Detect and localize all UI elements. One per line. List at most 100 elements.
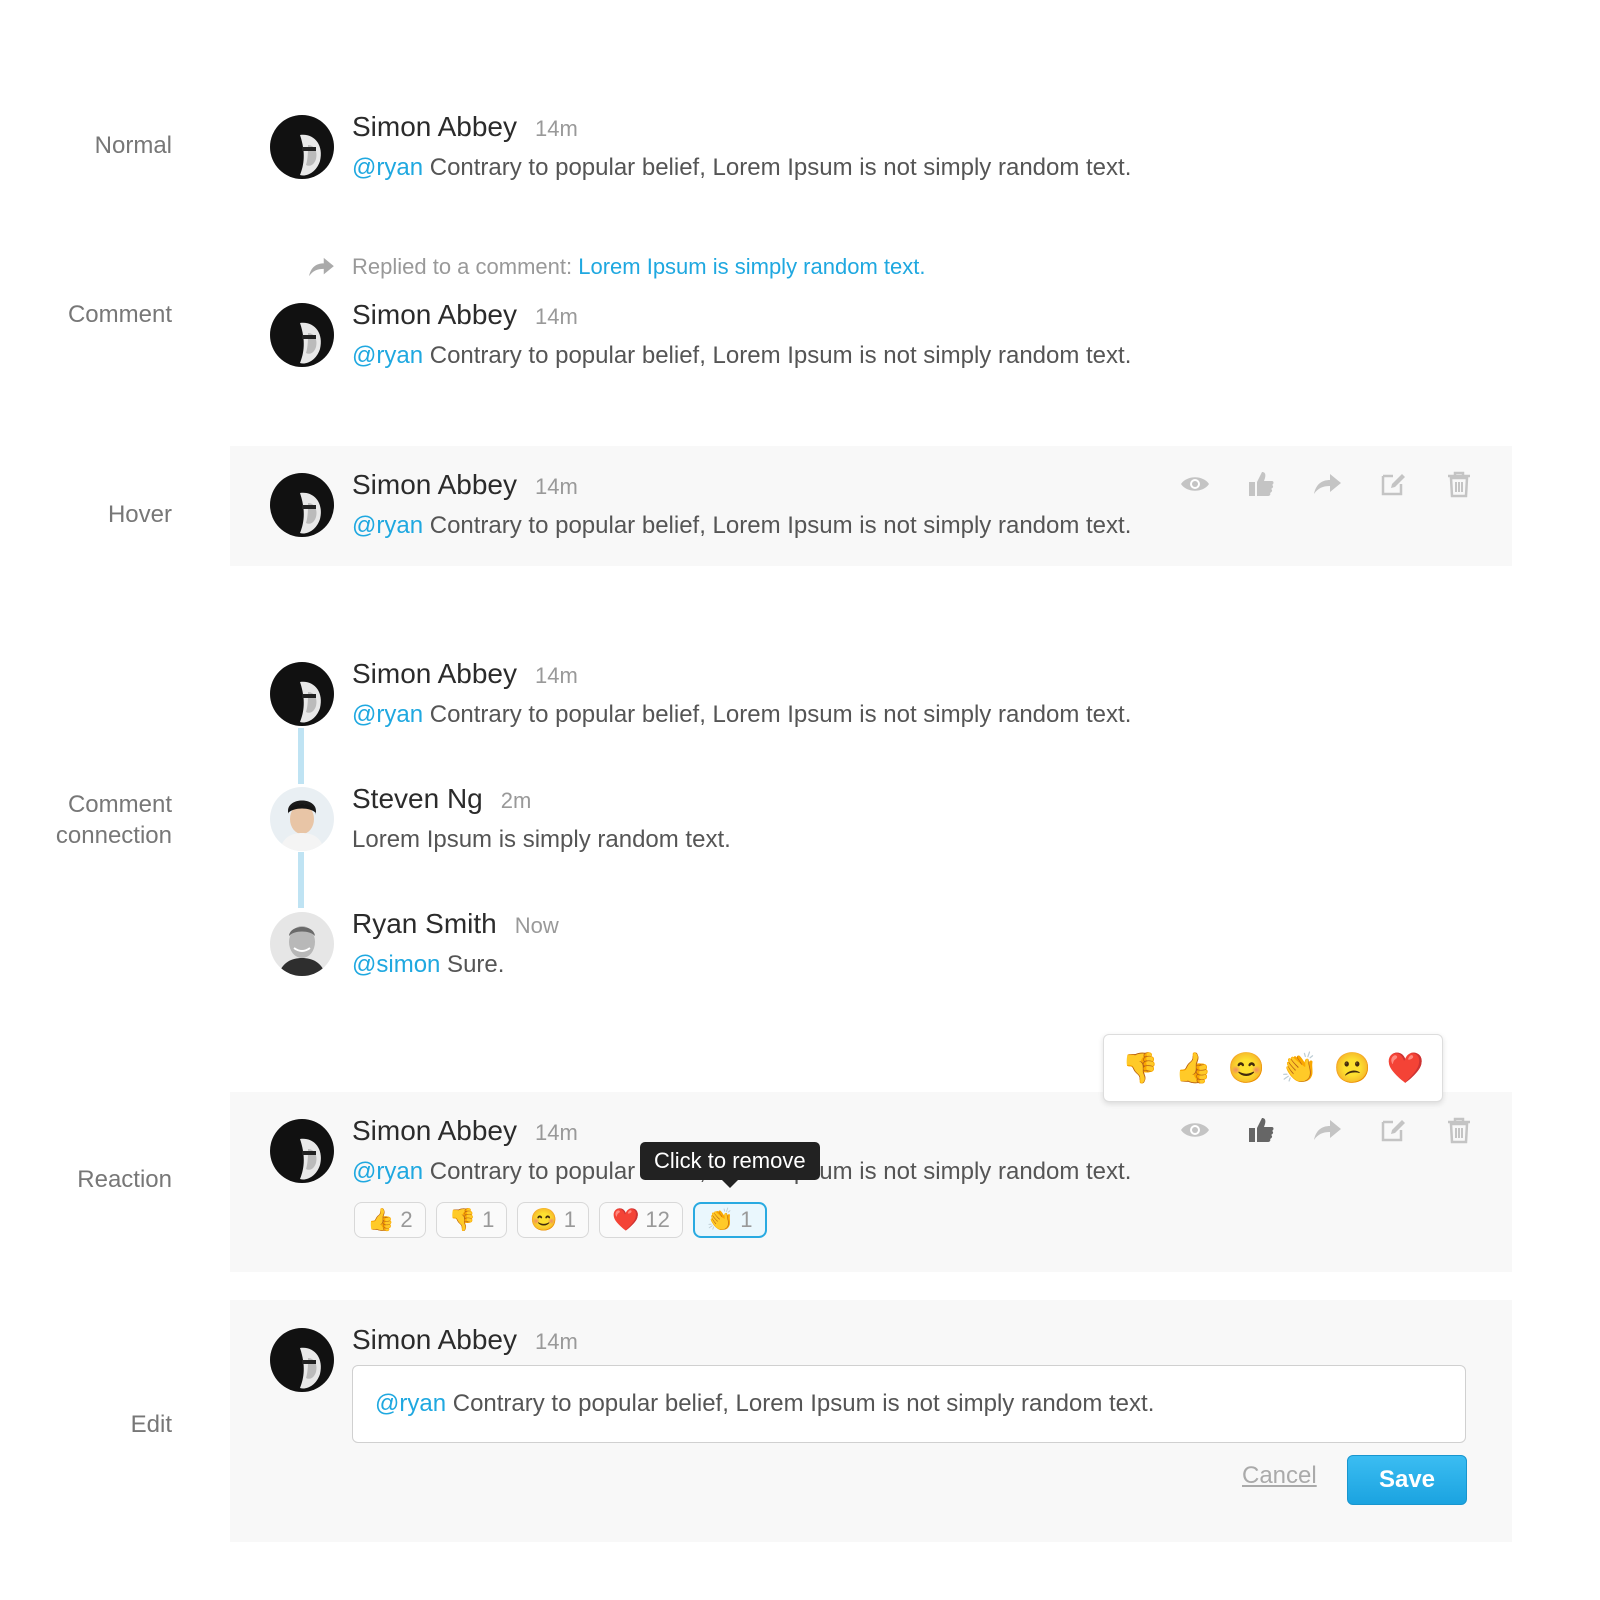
reaction-chip-selected[interactable]: 👏 1 bbox=[692, 1202, 767, 1238]
thread-connector bbox=[298, 852, 304, 908]
author-name[interactable]: Simon Abbey bbox=[352, 1115, 517, 1146]
reply-context: Replied to a comment: Lorem Ipsum is sim… bbox=[352, 252, 925, 282]
edit-comment-input[interactable]: @ryan Contrary to popular belief, Lorem … bbox=[352, 1365, 1466, 1443]
view-button[interactable] bbox=[1162, 466, 1228, 502]
delete-button[interactable] bbox=[1426, 466, 1492, 502]
picker-heart[interactable]: ❤️ bbox=[1387, 1051, 1424, 1086]
avatar bbox=[270, 1119, 334, 1183]
reply-button[interactable] bbox=[1294, 466, 1360, 502]
picker-clap[interactable]: 👏 bbox=[1281, 1051, 1318, 1086]
edit-text: Contrary to popular belief, Lorem Ipsum … bbox=[446, 1390, 1155, 1417]
share-icon bbox=[1312, 1118, 1342, 1142]
author-name[interactable]: Simon Abbey bbox=[352, 111, 517, 142]
mention-link[interactable]: @ryan bbox=[352, 512, 423, 539]
mention-link[interactable]: @ryan bbox=[352, 701, 423, 728]
reply-link[interactable]: Lorem Ipsum is simply random text. bbox=[578, 254, 925, 279]
comment-text: @simon Sure. bbox=[352, 949, 504, 981]
comment-header: Simon Abbey 14m bbox=[352, 110, 578, 146]
reaction-chip[interactable]: 👍 2 bbox=[354, 1202, 426, 1238]
cancel-button[interactable]: Cancel bbox=[1242, 1462, 1317, 1490]
share-icon bbox=[1312, 472, 1342, 496]
author-name[interactable]: Simon Abbey bbox=[352, 658, 517, 689]
author-name[interactable]: Steven Ng bbox=[352, 783, 483, 814]
comment-text: @ryan Contrary to popular belief, Lorem … bbox=[352, 152, 1131, 184]
comment-body: Contrary to popular belief, Lorem Ipsum … bbox=[423, 701, 1132, 728]
reaction-emoji: 😊 bbox=[530, 1207, 558, 1232]
label-hover: Hover bbox=[107, 501, 172, 528]
mention-link[interactable]: @ryan bbox=[352, 154, 423, 181]
save-button[interactable]: Save bbox=[1347, 1455, 1467, 1505]
comment-body: Lorem Ipsum is simply random text. bbox=[352, 826, 731, 853]
avatar bbox=[270, 662, 334, 726]
comment-header: Simon Abbey 14m bbox=[352, 1323, 578, 1359]
comment-text: Lorem Ipsum is simply random text. bbox=[352, 824, 731, 856]
reaction-emoji: ❤️ bbox=[611, 1207, 640, 1232]
reaction-bar: 👍 2 👎 1 😊 1 ❤️ 12 👏 1 bbox=[354, 1202, 767, 1238]
timestamp: 14m bbox=[535, 1329, 578, 1354]
avatar bbox=[270, 115, 334, 179]
edit-icon bbox=[1379, 1116, 1407, 1144]
reaction-count: 1 bbox=[482, 1207, 495, 1232]
comment-body: Sure. bbox=[440, 951, 505, 978]
like-button[interactable] bbox=[1228, 1112, 1294, 1148]
reaction-emoji: 👎 bbox=[448, 1207, 477, 1232]
timestamp: 14m bbox=[535, 116, 578, 141]
like-button[interactable] bbox=[1228, 466, 1294, 502]
avatar bbox=[270, 1328, 334, 1392]
reaction-emoji: 👍 bbox=[367, 1207, 395, 1232]
comment-header: Simon Abbey 14m bbox=[352, 298, 578, 334]
emoji-picker: 👎 👍 😊 👏 😕 ❤️ bbox=[1103, 1034, 1443, 1102]
reply-button[interactable] bbox=[1294, 1112, 1360, 1148]
author-name[interactable]: Simon Abbey bbox=[352, 1324, 517, 1355]
author-name[interactable]: Simon Abbey bbox=[352, 469, 517, 500]
picker-confused[interactable]: 😕 bbox=[1334, 1051, 1371, 1086]
timestamp: 2m bbox=[500, 788, 532, 813]
comment-actions bbox=[1162, 1112, 1492, 1148]
edit-button[interactable] bbox=[1360, 1112, 1426, 1148]
comment-header: Simon Abbey 14m bbox=[352, 657, 578, 693]
mention-link: @ryan bbox=[375, 1390, 447, 1417]
reply-prefix: Replied to a comment: bbox=[352, 254, 579, 279]
edit-button[interactable] bbox=[1360, 466, 1426, 502]
comment-body: Contrary to popular belief, Lorem Ipsum … bbox=[423, 342, 1132, 369]
comment-text: @ryan Contrary to popular belief, Lorem … bbox=[352, 699, 1131, 731]
mention-link[interactable]: @simon bbox=[352, 951, 440, 978]
timestamp: 14m bbox=[535, 663, 578, 688]
avatar bbox=[270, 912, 334, 976]
author-name[interactable]: Ryan Smith bbox=[352, 908, 497, 939]
eye-icon bbox=[1179, 1118, 1211, 1142]
thumbs-up-icon bbox=[1247, 1116, 1275, 1144]
comment-text: @ryan Contrary to popular belief, Lorem … bbox=[352, 340, 1131, 372]
reaction-chip[interactable]: 👎 1 bbox=[435, 1202, 508, 1238]
comment-body: Contrary to popular belief, Lorem Ipsum … bbox=[423, 512, 1132, 539]
mention-link[interactable]: @ryan bbox=[352, 342, 423, 369]
picker-smile[interactable]: 😊 bbox=[1228, 1051, 1265, 1086]
label-comment-connection: Comment connection bbox=[55, 791, 172, 849]
author-name[interactable]: Simon Abbey bbox=[352, 299, 517, 330]
picker-thumbs-up[interactable]: 👍 bbox=[1175, 1051, 1212, 1086]
avatar bbox=[270, 473, 334, 537]
mention-link[interactable]: @ryan bbox=[352, 1158, 423, 1185]
picker-thumbs-down[interactable]: 👎 bbox=[1122, 1051, 1159, 1086]
tooltip: Click to remove bbox=[640, 1142, 820, 1188]
comment-body: Contrary to popular belief, Lorem Ipsum … bbox=[423, 154, 1132, 181]
trash-icon bbox=[1446, 1116, 1472, 1144]
reply-arrow-icon bbox=[306, 256, 336, 278]
label-normal: Normal bbox=[94, 132, 172, 159]
edit-icon bbox=[1379, 470, 1407, 498]
timestamp: 14m bbox=[535, 304, 578, 329]
reaction-chip[interactable]: ❤️ 12 bbox=[598, 1202, 683, 1238]
view-button[interactable] bbox=[1162, 1112, 1228, 1148]
comment-actions bbox=[1162, 466, 1492, 502]
reaction-emoji: 👏 bbox=[706, 1207, 735, 1232]
comment-header: Steven Ng 2m bbox=[352, 782, 531, 818]
trash-icon bbox=[1446, 470, 1472, 498]
reaction-chip[interactable]: 😊 1 bbox=[517, 1202, 589, 1238]
label-comment: Comment bbox=[67, 301, 172, 328]
thread-connector bbox=[298, 728, 304, 784]
label-reaction: Reaction bbox=[77, 1166, 172, 1193]
avatar bbox=[270, 787, 334, 851]
reaction-count: 12 bbox=[645, 1207, 670, 1232]
delete-button[interactable] bbox=[1426, 1112, 1492, 1148]
label-edit: Edit bbox=[130, 1411, 172, 1438]
